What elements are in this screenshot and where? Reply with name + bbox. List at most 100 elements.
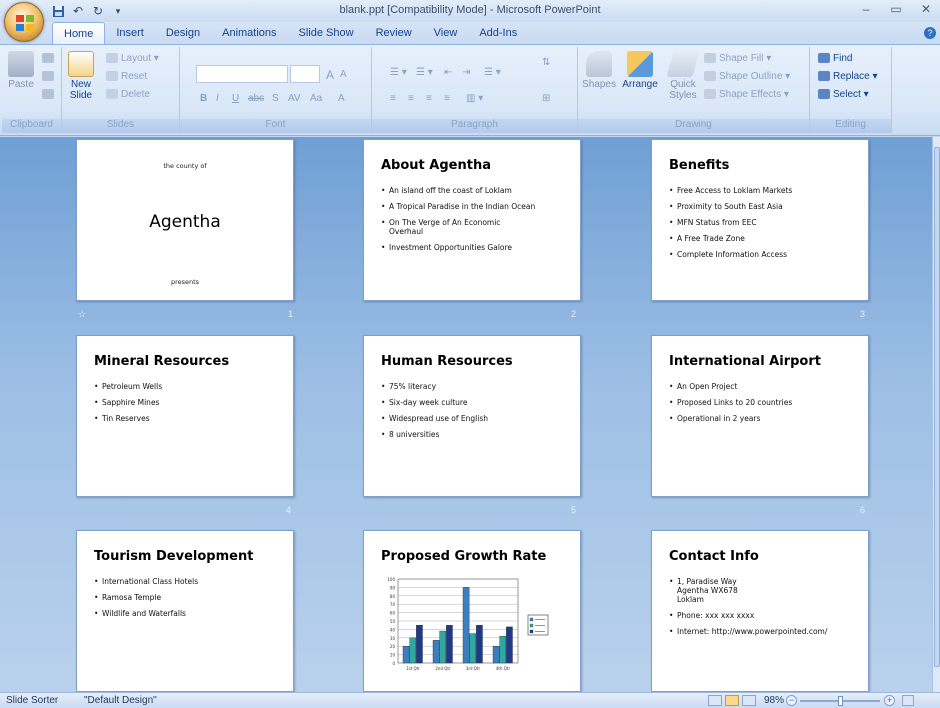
- tab-animations[interactable]: Animations: [211, 22, 287, 44]
- quick-styles-button[interactable]: Quick Styles: [666, 51, 700, 109]
- close-button[interactable]: ✕: [916, 2, 936, 16]
- slide-5-bullets: 75% literacy Six-day week culture Widesp…: [381, 382, 574, 446]
- bullet-item: Widespread use of English: [381, 414, 574, 423]
- tab-slide-show[interactable]: Slide Show: [288, 22, 365, 44]
- tab-review[interactable]: Review: [365, 22, 423, 44]
- view-mode-label: Slide Sorter: [6, 695, 59, 706]
- bullet-item: Sapphire Mines: [94, 398, 287, 407]
- office-button[interactable]: [4, 2, 44, 42]
- shape-fill-button[interactable]: Shape Fill ▾: [704, 53, 771, 64]
- bullet-item: Tin Reserves: [94, 414, 287, 423]
- find-button[interactable]: Find: [818, 53, 852, 64]
- slide-thumbnail-5[interactable]: Human Resources 75% literacy Six-day wee…: [363, 335, 581, 497]
- chart-bar: [409, 637, 417, 664]
- shape-outline-button[interactable]: Shape Outline ▾: [704, 71, 790, 82]
- chart-legend-swatch: [529, 617, 534, 622]
- zoom-out-button[interactable]: −: [786, 695, 797, 706]
- slide-number-2: 2: [571, 309, 577, 319]
- bullets-button[interactable]: ☰ ▾: [390, 67, 407, 78]
- change-case-button[interactable]: Aa: [310, 93, 322, 104]
- strikethrough-button[interactable]: abc: [248, 93, 264, 104]
- slide-6-bullets: An Open Project Proposed Links to 20 cou…: [669, 382, 862, 430]
- slide-2-title: About Agentha: [381, 158, 491, 173]
- italic-button[interactable]: I: [216, 93, 219, 104]
- increase-indent-button[interactable]: ⇥: [462, 67, 470, 78]
- copy-icon: [42, 71, 54, 82]
- fit-to-window-button[interactable]: [902, 695, 914, 706]
- zoom-in-button[interactable]: +: [884, 695, 895, 706]
- paste-button[interactable]: Paste: [4, 51, 38, 109]
- chart-bar: [439, 630, 447, 664]
- drawing-label: Drawing: [578, 119, 809, 133]
- chart-legend-swatch: [529, 623, 534, 628]
- convert-smartart-button[interactable]: ⊞: [542, 93, 550, 104]
- slide-thumbnail-1[interactable]: the county of Agentha presents: [76, 139, 294, 301]
- bullet-item: 1, Paradise Way Agentha WX678 Loklam: [669, 577, 862, 604]
- scrollbar-thumb[interactable]: [934, 147, 940, 667]
- zoom-level[interactable]: 98%: [764, 695, 784, 706]
- cut-button[interactable]: [42, 53, 57, 64]
- format-painter-button[interactable]: [42, 89, 57, 100]
- copy-button[interactable]: [42, 71, 57, 82]
- tab-home[interactable]: Home: [52, 22, 106, 45]
- select-button[interactable]: Select ▾: [818, 89, 869, 100]
- slide-thumbnail-2[interactable]: About Agentha An island off the coast of…: [363, 139, 581, 301]
- bullet-item: 75% literacy: [381, 382, 574, 391]
- line-spacing-button[interactable]: ☰ ▾: [484, 67, 501, 78]
- theme-name-label[interactable]: "Default Design": [84, 695, 157, 706]
- slide-transition-icon[interactable]: ☆: [78, 309, 86, 320]
- shrink-font-button[interactable]: A: [340, 69, 347, 80]
- zoom-slider-thumb[interactable]: [838, 696, 843, 706]
- help-icon[interactable]: ?: [924, 27, 936, 39]
- slide-sorter-view-button[interactable]: [725, 695, 739, 706]
- minimize-button[interactable]: –: [856, 2, 876, 16]
- character-spacing-button[interactable]: AV: [288, 93, 301, 104]
- vertical-scrollbar[interactable]: [932, 137, 940, 692]
- font-color-button[interactable]: A: [338, 93, 345, 104]
- font-name-combo[interactable]: [196, 65, 288, 83]
- status-bar: Slide Sorter "Default Design" 98% − +: [0, 692, 940, 708]
- chart-bar: [499, 635, 507, 664]
- align-left-button[interactable]: ≡: [390, 93, 396, 104]
- columns-button[interactable]: ▥ ▾: [466, 93, 483, 104]
- reset-button[interactable]: Reset: [106, 71, 147, 82]
- slide-show-view-button[interactable]: [742, 695, 756, 706]
- chart-tick-label: 50: [390, 619, 396, 624]
- decrease-indent-button[interactable]: ⇤: [444, 67, 452, 78]
- replace-button[interactable]: Replace ▾: [818, 71, 878, 82]
- arrange-icon: [627, 51, 653, 77]
- bold-button[interactable]: B: [200, 93, 207, 104]
- tab-design[interactable]: Design: [155, 22, 211, 44]
- align-center-button[interactable]: ≡: [408, 93, 414, 104]
- normal-view-button[interactable]: [708, 695, 722, 706]
- slide-9-title: Contact Info: [669, 549, 759, 564]
- slide-2-bullets: An island off the coast of Loklam A Trop…: [381, 186, 574, 259]
- shadow-button[interactable]: S: [272, 93, 279, 104]
- new-slide-button[interactable]: New Slide: [64, 51, 98, 109]
- grow-font-button[interactable]: A: [326, 68, 334, 82]
- slide-thumbnail-7[interactable]: Tourism Development International Class …: [76, 530, 294, 692]
- slide-thumbnail-6[interactable]: International Airport An Open Project Pr…: [651, 335, 869, 497]
- maximize-button[interactable]: ▭: [886, 2, 906, 16]
- delete-button[interactable]: Delete: [106, 89, 150, 100]
- tab-view[interactable]: View: [423, 22, 469, 44]
- text-direction-button[interactable]: ⇅: [542, 57, 550, 68]
- slide-thumbnail-3[interactable]: Benefits Free Access to Loklam Markets P…: [651, 139, 869, 301]
- shapes-button[interactable]: Shapes: [582, 51, 616, 109]
- slide-number-5: 5: [571, 505, 577, 515]
- font-group: A A B I U abc S AV Aa A Font: [180, 47, 372, 133]
- align-right-button[interactable]: ≡: [426, 93, 432, 104]
- slide-thumbnail-8[interactable]: Proposed Growth Rate 0 10 20 30 40 50 60 70 80 90…: [363, 530, 581, 692]
- slide-thumbnail-9[interactable]: Contact Info 1, Paradise Way Agentha WX6…: [651, 530, 869, 692]
- slide-4-title: Mineral Resources: [94, 354, 230, 369]
- tab-add-ins[interactable]: Add-Ins: [468, 22, 528, 44]
- tab-insert[interactable]: Insert: [105, 22, 155, 44]
- shape-effects-button[interactable]: Shape Effects ▾: [704, 89, 789, 100]
- layout-button[interactable]: Layout ▾: [106, 53, 159, 64]
- arrange-button[interactable]: Arrange: [620, 51, 660, 109]
- numbering-button[interactable]: ☰ ▾: [416, 67, 433, 78]
- justify-button[interactable]: ≡: [444, 93, 450, 104]
- font-size-combo[interactable]: [290, 65, 320, 83]
- slide-thumbnail-4[interactable]: Mineral Resources Petroleum Wells Sapphi…: [76, 335, 294, 497]
- underline-button[interactable]: U: [232, 93, 239, 104]
